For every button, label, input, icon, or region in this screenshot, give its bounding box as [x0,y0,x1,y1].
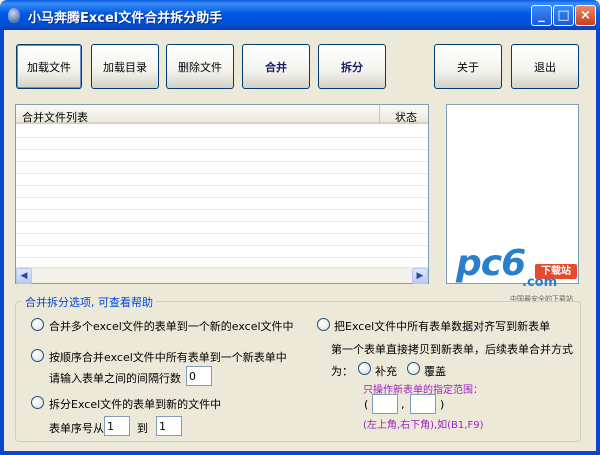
exit-button[interactable]: 退出 [511,44,579,89]
merge-button[interactable]: 合并 [242,44,310,89]
delete-file-button[interactable]: 删除文件 [166,44,234,89]
about-button[interactable]: 关于 [434,44,502,89]
horizontal-scrollbar[interactable]: ◀ ▶ [16,267,428,284]
column-header-status[interactable]: 状态 [381,105,428,124]
sheet-to-input[interactable] [156,416,182,436]
load-file-button[interactable]: 加载文件 [16,44,82,89]
gap-rows-label: 请输入表单之间的间隔行数 [49,372,181,385]
window-frame-left [0,30,4,455]
sheet-range-label: 表单序号从 [49,422,104,435]
close-button[interactable]: × [575,5,596,26]
range-comma: , [401,398,405,411]
split-sheets-radio[interactable] [31,396,44,409]
sheet-from-input[interactable] [104,416,130,436]
mode-fill-label[interactable]: 补充 [375,363,397,379]
maximize-button[interactable]: □ [553,5,574,26]
merge-workbooks-radio[interactable] [31,318,44,331]
mode-cover-radio[interactable] [407,362,420,375]
file-list-body[interactable] [16,126,428,267]
scroll-right-arrow-icon[interactable]: ▶ [412,268,428,284]
gap-rows-input[interactable] [186,366,212,386]
file-list[interactable]: 合并文件列表 状态 ◀ ▶ [15,104,429,284]
merge-mode-label: 为： [331,365,353,378]
mode-cover-label[interactable]: 覆盖 [424,363,446,379]
range-end-input[interactable] [410,394,436,414]
options-legend: 合并拆分选项, 可查看帮助 [22,294,156,310]
scroll-left-arrow-icon[interactable]: ◀ [16,268,32,284]
column-header-files[interactable]: 合并文件列表 [16,105,380,124]
range-start-input[interactable] [372,394,398,414]
range-close-paren: ) [440,398,445,411]
align-sheets-radio[interactable] [317,318,330,331]
split-sheets-label[interactable]: 拆分Excel文件的表单到新的文件中 [49,396,221,412]
load-directory-button[interactable]: 加载目录 [91,44,159,89]
align-description: 第一个表单直接拷贝到新表单，后续表单合并方式 [331,343,573,356]
sheet-to-label: 到 [137,422,148,435]
window-title: 小马奔腾Excel文件合并拆分助手 [28,11,223,26]
watermark-domain: .com [522,275,558,290]
minimize-button[interactable]: _ [531,5,552,26]
range-open-paren: ( [364,398,369,411]
range-example: (左上角,右下角),如(B1,F9) [363,420,484,431]
file-list-header: 合并文件列表 状态 [16,105,428,124]
mode-fill-radio[interactable] [358,362,371,375]
window-frame-right [596,30,600,455]
app-icon [8,8,20,23]
merge-workbooks-label[interactable]: 合并多个excel文件的表单到一个新的excel文件中 [49,318,294,334]
align-sheets-label[interactable]: 把Excel文件中所有表单数据对齐写到新表单 [334,318,550,334]
split-button[interactable]: 拆分 [318,44,386,89]
watermark-logo: pc6 [456,243,526,284]
window-frame-bottom [0,451,600,455]
merge-sheets-radio[interactable] [31,349,44,362]
merge-sheets-label[interactable]: 按顺序合并excel文件中所有表单到一个新表单中 [49,349,287,365]
